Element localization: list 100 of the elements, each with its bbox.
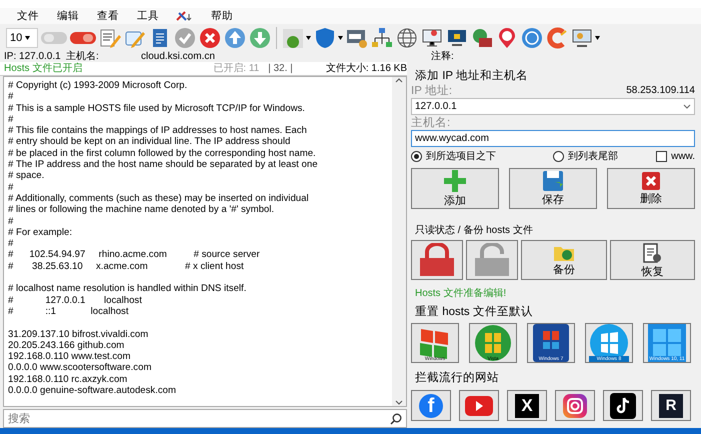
delete-icon (641, 171, 661, 191)
lock-button[interactable] (411, 240, 463, 280)
menu-item[interactable]: 帮助 (202, 9, 242, 23)
hostname-label: 主机名: (66, 51, 100, 62)
r-logo-icon: R (659, 394, 683, 418)
radio-label[interactable]: 到列表尾部 (568, 149, 618, 163)
ip-address: IP: 127.0.0.1 (4, 51, 62, 62)
scroll-down-icon[interactable] (395, 400, 403, 406)
section-title: 只读状态 / 备份 hosts 文件 (415, 224, 534, 237)
search-icon[interactable] (390, 413, 402, 425)
editor-line: # ::1 localhost (8, 306, 130, 318)
block-site-button[interactable] (603, 390, 643, 421)
windows-logo-icon (473, 323, 513, 363)
action-button[interactable]: 恢复 (610, 240, 695, 280)
editor-line: # The IP address and the host name should be separated by at least one (8, 159, 319, 170)
editor-line: 192.168.0.110 rc.axzyk.com (8, 374, 128, 386)
editor-line: # This is a sample HOSTS file used by Microsoft TCP/IP for Windows. (8, 102, 306, 114)
editor-line: 20.205.243.166 github.com (8, 340, 126, 352)
tiktok-logo-icon (610, 392, 636, 418)
radio-button[interactable] (553, 150, 564, 162)
checkbox-label[interactable]: www. (671, 150, 695, 162)
hostname-input[interactable]: www.wycad.com (411, 130, 695, 147)
chevron-down-icon (683, 104, 691, 109)
youtube-logo-icon (464, 394, 494, 416)
hostname-value: cloud.ksi.com.cn (141, 51, 216, 63)
caret-down-icon[interactable] (25, 36, 30, 40)
ip-label: IP 地址: (411, 84, 452, 98)
tools-icon[interactable] (176, 10, 194, 22)
block-site-button[interactable]: f (411, 390, 451, 421)
ip-combo-box[interactable]: 127.0.0.1 (411, 98, 695, 115)
checkbox[interactable] (656, 150, 668, 162)
c-logo-icon[interactable] (546, 27, 568, 49)
editor-line: # (8, 216, 14, 227)
menu-item[interactable]: 查看 (88, 9, 128, 23)
action-button[interactable]: 添加 (411, 168, 499, 209)
editor-line: # Additionally, comments (such as these) may be inserted on individual (8, 192, 310, 204)
editor-line: # localhost name resolution is handled within DNS itself. (8, 283, 248, 295)
editor-line: # be placed in the first column followed by the corresponding host name. (8, 148, 317, 160)
radio-label[interactable]: 到所选项目之下 (426, 149, 496, 163)
editor-line: # This file contains the mappings of IP addresses to host names. Each (8, 125, 308, 136)
globe-icon[interactable] (396, 27, 418, 49)
monitor-gear-icon[interactable] (571, 27, 593, 49)
network-icon[interactable] (371, 27, 393, 49)
scroll-up-icon[interactable] (395, 77, 403, 83)
close-icon[interactable] (199, 27, 221, 49)
check-icon[interactable] (174, 27, 196, 49)
globe-circle-icon[interactable] (521, 27, 543, 49)
monitor-icon[interactable] (421, 27, 443, 49)
file-size: 文件大小: 1.16 KB (326, 62, 407, 75)
x-logo-icon: X (515, 394, 539, 418)
editor-line: # (8, 114, 14, 126)
padlock-icon (417, 243, 457, 277)
editor-line: # 127.0.0.1 localhost (8, 294, 143, 306)
action-button[interactable]: 删除 (607, 168, 695, 209)
editor-line: # (8, 91, 14, 103)
editor-line: # 38.25.63.10 x.acme.com # x client host (8, 260, 245, 272)
padlock-icon (472, 243, 512, 277)
plus-icon (443, 169, 467, 193)
hosts-status: Hosts 文件已开启 (4, 62, 84, 75)
radio-button[interactable] (411, 150, 422, 162)
editor-line: # space. (8, 170, 46, 182)
hosts-editor[interactable] (3, 76, 407, 407)
editor-line: # (8, 238, 14, 250)
toggle-switch[interactable] (41, 32, 67, 44)
section-title: 重置 hosts 文件至默认 (415, 304, 534, 319)
editor-line: 31.209.137.10 bifrost.vivaldi.com (8, 328, 150, 340)
edit-document-icon[interactable] (99, 27, 121, 49)
block-site-button[interactable]: X (507, 390, 547, 421)
section-title: 添加 IP 地址和主机名 (415, 68, 530, 83)
enabled-count: 已开启: 11 (213, 62, 260, 75)
hostname-label: 主机名: (411, 115, 452, 130)
block-site-button[interactable]: R (651, 390, 691, 421)
menu-item[interactable]: 工具 (128, 9, 168, 23)
editor-line: 0.0.0.0 www.scootersoftware.com (8, 362, 152, 374)
editor-line: # (8, 182, 14, 193)
caret-down-icon[interactable] (595, 36, 600, 40)
search-field[interactable]: 搜索 (3, 409, 407, 428)
action-button[interactable]: 备份 (521, 240, 606, 280)
shield-icon[interactable] (314, 27, 336, 49)
monitor-lock-icon[interactable] (446, 27, 468, 49)
editor-line: # entry should be kept on an individual line. The IP address should (8, 136, 292, 148)
comment-label: 注释: (431, 51, 454, 63)
windows-logo-icon (647, 323, 687, 363)
menu-item[interactable]: 编辑 (48, 9, 88, 23)
editor-line: # lines or following the machine name denoted by a '#' symbol. (8, 204, 276, 216)
line-number: | 32. | (268, 62, 294, 75)
font-size-select[interactable]: 10 (6, 28, 38, 48)
menu-item[interactable]: 文件 (8, 9, 48, 23)
instagram-logo-icon (562, 392, 588, 418)
status-message: Hosts 文件准备编辑! (415, 286, 508, 300)
editor-line: 0.0.0.0 genuine-software.autodesk.com (8, 385, 177, 396)
editor-line: # 102.54.94.97 rhino.acme.com # source server (8, 249, 261, 261)
caret-down-icon[interactable] (306, 36, 311, 40)
caret-down-icon[interactable] (338, 36, 343, 40)
editor-line: # Copyright (c) 1993-2009 Microsoft Corp. (8, 80, 188, 92)
lock-button[interactable] (466, 240, 518, 280)
windows-logo-icon (531, 323, 571, 363)
action-button[interactable]: 保存 (509, 168, 597, 209)
section-title: 拦截流行的网站 (415, 370, 500, 385)
toggle-switch[interactable] (70, 32, 96, 44)
